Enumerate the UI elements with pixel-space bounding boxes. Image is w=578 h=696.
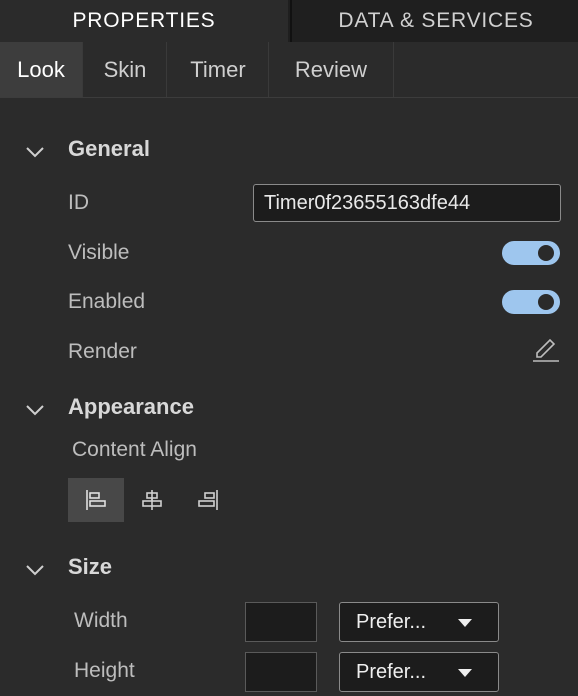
height-input[interactable] [245, 652, 317, 692]
enabled-toggle[interactable] [502, 290, 560, 314]
height-mode-value: Prefer... [356, 660, 427, 683]
tab-data-services[interactable]: DATA & SERVICES [290, 0, 578, 42]
section-title-size[interactable]: Size [68, 554, 112, 580]
align-center-button[interactable] [124, 478, 180, 522]
align-center-icon [142, 490, 162, 510]
pencil-icon[interactable] [530, 338, 560, 364]
align-left-icon [86, 490, 106, 510]
toggle-knob [538, 294, 554, 310]
tab-look[interactable]: Look [0, 42, 82, 97]
chevron-down-icon[interactable] [24, 563, 46, 577]
align-right-button[interactable] [180, 478, 236, 522]
render-label: Render [68, 340, 137, 363]
id-label: ID [68, 191, 89, 214]
id-input[interactable]: Timer0f23655163dfe44 [253, 184, 561, 222]
top-tab-bar: PROPERTIES DATA & SERVICES [0, 0, 578, 42]
enabled-label: Enabled [68, 290, 146, 313]
width-label: Width [74, 609, 128, 632]
caret-down-icon [458, 669, 472, 677]
tab-skin[interactable]: Skin [82, 42, 167, 97]
section-title-appearance[interactable]: Appearance [68, 394, 194, 420]
tab-properties[interactable]: PROPERTIES [0, 0, 288, 42]
tab-timer[interactable]: Timer [166, 42, 269, 97]
align-left-button[interactable] [68, 478, 124, 522]
tab-review[interactable]: Review [268, 42, 394, 97]
caret-down-icon [458, 619, 472, 627]
height-mode-dropdown[interactable]: Prefer... [339, 652, 499, 692]
sub-tab-bar: Look Skin Timer Review [0, 42, 578, 98]
width-mode-value: Prefer... [356, 610, 427, 633]
align-right-icon [198, 490, 218, 510]
toggle-knob [538, 245, 554, 261]
chevron-down-icon[interactable] [24, 403, 46, 417]
content-align-label: Content Align [72, 438, 197, 461]
width-mode-dropdown[interactable]: Prefer... [339, 602, 499, 642]
chevron-down-icon[interactable] [24, 145, 46, 159]
visible-toggle[interactable] [502, 241, 560, 265]
visible-label: Visible [68, 241, 130, 264]
section-title-general[interactable]: General [68, 136, 150, 162]
content-align-group [68, 478, 236, 522]
width-input[interactable] [245, 602, 317, 642]
height-label: Height [74, 659, 135, 682]
